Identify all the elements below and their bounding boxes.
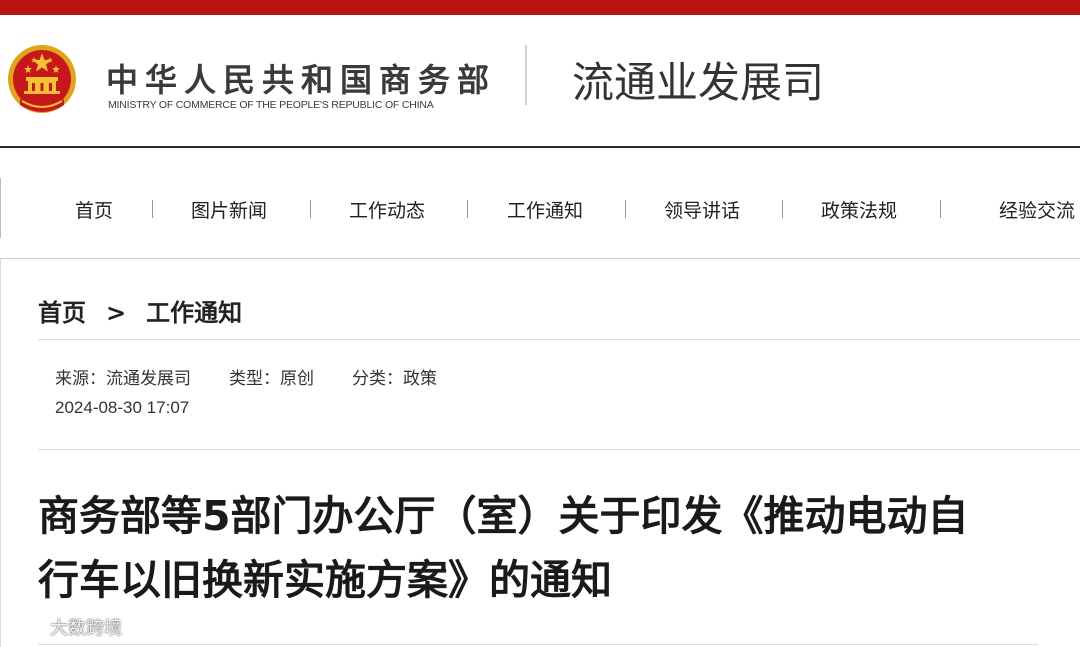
article-title-line-2: 行车以旧换新实施方案》的通知 [38, 556, 612, 604]
watermark: 大数跨境 [8, 614, 122, 640]
meta-divider [38, 449, 1080, 450]
nav-item-experience[interactable]: 经验交流 [999, 196, 1075, 223]
site-header: 中华人民共和国商务部 MINISTRY OF COMMERCE OF THE P… [0, 15, 1080, 147]
nav-item-work-updates[interactable]: 工作动态 [349, 196, 425, 223]
article-type: 类型：原创 [229, 369, 314, 389]
nav-separator [940, 200, 941, 218]
article-meta: 来源：流通发展司 类型：原创 分类：政策 [55, 364, 475, 389]
watermark-text: 大数跨境 [50, 618, 122, 639]
ministry-name-en: MINISTRY OF COMMERCE OF THE PEOPLE'S REP… [108, 99, 434, 111]
nav-left-edge [0, 178, 1, 238]
nav-separator [152, 200, 153, 218]
main-navigation: 首页 图片新闻 工作动态 工作通知 领导讲话 政策法规 经验交流 [0, 148, 1080, 259]
article-category: 分类：政策 [352, 369, 437, 389]
content-left-edge [0, 258, 1, 647]
ministry-name-cn: 中华人民共和国商务部 [106, 61, 497, 99]
article-title-line-1: 商务部等5部门办公厅（室）关于印发《推动电动自 [38, 492, 969, 540]
nav-item-work-notices[interactable]: 工作通知 [507, 196, 583, 223]
breadcrumb-divider [38, 339, 1080, 340]
nav-item-leader-speeches[interactable]: 领导讲话 [664, 196, 740, 223]
article-title: 商务部等5部门办公厅（室）关于印发《推动电动自 行车以旧换新实施方案》的通知 [38, 484, 1038, 612]
chat-bubble-logo-icon [8, 615, 48, 640]
nav-item-photo-news[interactable]: 图片新闻 [191, 196, 267, 223]
breadcrumb: 首页 > 工作通知 [38, 293, 242, 328]
article-datetime: 2024-08-30 17:07 [55, 398, 190, 417]
breadcrumb-separator: > [106, 299, 127, 327]
breadcrumb-home-link[interactable]: 首页 [38, 293, 86, 328]
breadcrumb-current-link[interactable]: 工作通知 [146, 293, 242, 328]
national-emblem-icon[interactable] [6, 43, 78, 119]
nav-item-policies[interactable]: 政策法规 [821, 196, 897, 223]
title-divider [38, 644, 1038, 645]
department-name: 流通业发展司 [572, 58, 825, 107]
article-source: 来源：流通发展司 [55, 369, 191, 389]
nav-separator [467, 200, 468, 218]
nav-item-home[interactable]: 首页 [75, 196, 113, 223]
nav-separator [782, 200, 783, 218]
top-red-bar [0, 0, 1080, 15]
header-divider [525, 45, 527, 105]
nav-separator [625, 200, 626, 218]
nav-separator [310, 200, 311, 218]
